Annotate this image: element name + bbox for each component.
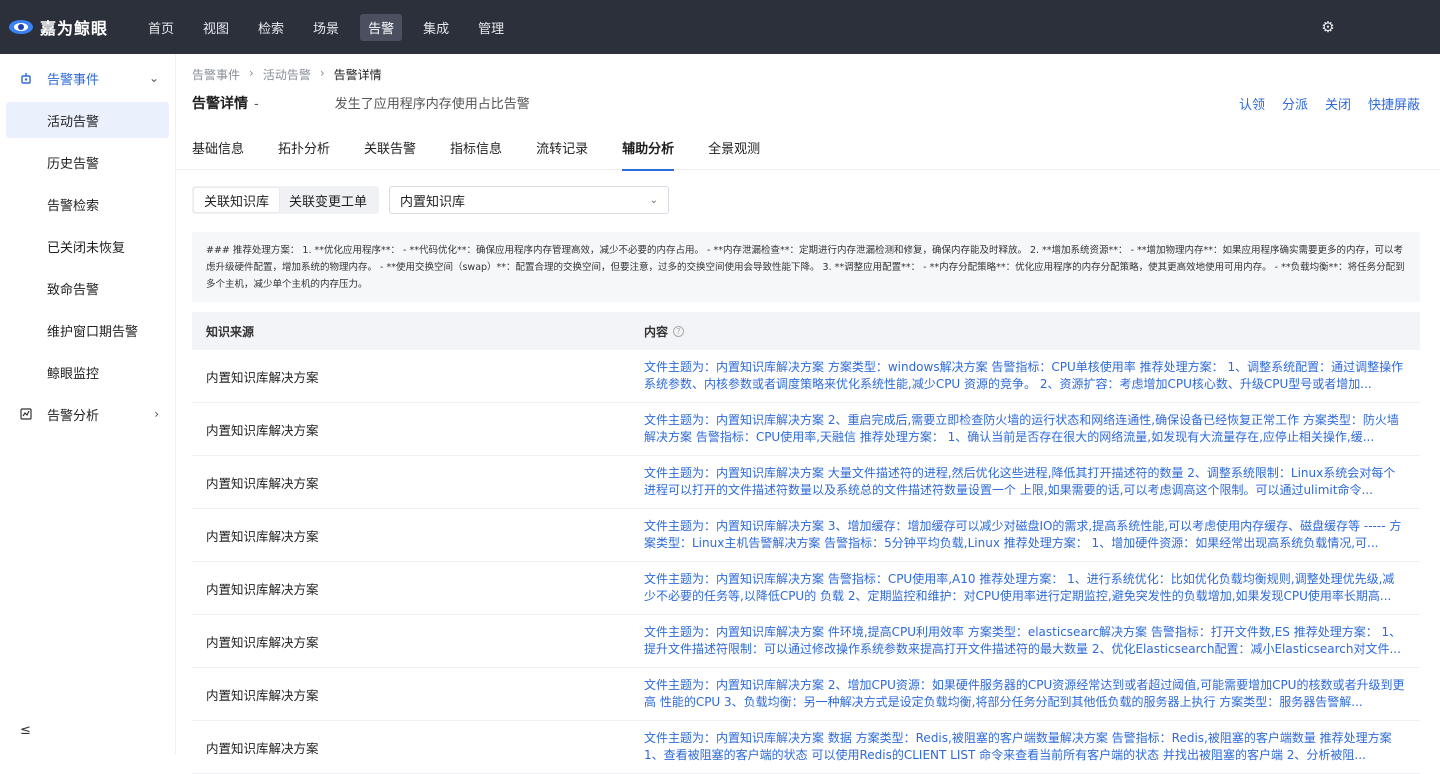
table-row: 内置知识库解决方案 文件主题为：内置知识库解决方案 方案类型：windows解决… [192, 350, 1420, 403]
row-content-link[interactable]: 文件主题为：内置知识库解决方案 方案类型：windows解决方案 告警指标：CP… [630, 359, 1405, 394]
segment-change-orders[interactable]: 关联变更工单 [279, 188, 377, 212]
tab-assist-analysis[interactable]: 辅助分析 [622, 124, 675, 171]
knowledge-base-select[interactable]: 内置知识库 ⌄ [389, 186, 670, 214]
close-button[interactable]: 关闭 [1325, 94, 1351, 113]
nav-item-scene[interactable]: 场景 [305, 14, 347, 41]
table-header: 知识来源 内容 ? [192, 312, 1420, 350]
breadcrumb: 告警事件 › 活动告警 › 告警详情 [192, 66, 382, 83]
nav-item-integration[interactable]: 集成 [415, 14, 457, 41]
table-row: 内置知识库解决方案 文件主题为：内置知识库解决方案 3、增加缓存：增加缓存可以减… [192, 509, 1420, 562]
alarm-bell-icon [20, 72, 32, 84]
sidebar-group-alert-analysis[interactable]: 告警分析 › [0, 393, 175, 435]
header-actions: 认领 分派 关闭 快捷屏蔽 [1222, 94, 1420, 113]
sidebar-group-label: 告警事件 [47, 72, 100, 88]
top-navbar: 嘉为鲸眼 首页 视图 检索 场景 告警 集成 管理 ⚙ [0, 0, 1440, 54]
quick-mute-button[interactable]: 快捷屏蔽 [1368, 94, 1420, 113]
row-content-link[interactable]: 文件主题为：内置知识库解决方案 数据 方案类型：Redis,被阻塞的客户端数量解… [630, 730, 1405, 765]
tab-related-alerts[interactable]: 关联告警 [364, 124, 416, 170]
alert-description: 发生了应用程序内存使用占比告警 [334, 97, 530, 112]
assign-button[interactable]: 分派 [1282, 94, 1308, 113]
sidebar-item-active-alerts[interactable]: 活动告警 [6, 102, 169, 138]
row-source: 内置知识库解决方案 [206, 687, 319, 703]
select-value: 内置知识库 [400, 194, 466, 210]
nav-item-search[interactable]: 检索 [250, 14, 292, 41]
row-content-link[interactable]: 文件主题为：内置知识库解决方案 3、增加缓存：增加缓存可以减少对磁盘IO的需求,… [630, 518, 1405, 553]
row-source: 内置知识库解决方案 [206, 475, 319, 491]
sidebar-item-closed-unrecovered[interactable]: 已关闭未恢复 [0, 225, 175, 267]
table-row: 内置知识库解决方案 文件主题为：内置知识库解决方案 大量文件描述符的进程,然后优… [192, 456, 1420, 509]
row-source: 内置知识库解决方案 [206, 581, 319, 597]
nav-item-admin[interactable]: 管理 [470, 14, 512, 41]
row-source: 内置知识库解决方案 [206, 528, 319, 544]
logo-text: 嘉为鲸眼 [40, 19, 109, 38]
main-content: 告警事件 › 活动告警 › 告警详情 告警详情 - 发生了应用程序内存使用占比告… [176, 54, 1440, 774]
segment-knowledge-base[interactable]: 关联知识库 [194, 188, 280, 212]
breadcrumb-separator-icon: › [319, 66, 325, 80]
tab-flow-records[interactable]: 流转记录 [536, 124, 588, 170]
help-icon[interactable]: ? [673, 325, 685, 337]
breadcrumb-separator-icon: › [249, 66, 254, 80]
tab-basic-info[interactable]: 基础信息 [192, 124, 244, 170]
table-row: 内置知识库解决方案 文件主题为：内置知识库解决方案 2、重启完成后,需要立即检查… [192, 403, 1420, 456]
source-segmented-control: 关联知识库 关联变更工单 [192, 186, 380, 214]
sidebar-group-label: 告警分析 [47, 408, 100, 424]
tab-metrics[interactable]: 指标信息 [450, 124, 502, 170]
breadcrumb-alert-events[interactable]: 告警事件 [192, 66, 240, 83]
sidebar-group-alert-events[interactable]: 告警事件 ⌄ [0, 57, 175, 99]
whale-eye-logo-icon [8, 18, 34, 36]
chart-icon [20, 408, 32, 420]
page-header: 告警详情 - 发生了应用程序内存使用占比告警 [192, 93, 530, 113]
sidebar-item-jingyan-monitor[interactable]: 鲸眼监控 [0, 351, 175, 393]
recommendation-panel: ### 推荐处理方案： 1. **优化应用程序**： - **代码优化**：确保… [192, 232, 1420, 302]
row-content-link[interactable]: 文件主题为：内置知识库解决方案 2、增加CPU资源：如果硬件服务器的CPU资源经… [630, 677, 1405, 712]
nav-item-view[interactable]: 视图 [195, 14, 237, 41]
knowledge-table: 知识来源 内容 ? 内置知识库解决方案 文件主题为：内置知识库解决方案 方案类型… [192, 312, 1420, 774]
sidebar-item-maintenance-alerts[interactable]: 维护窗口期告警 [0, 309, 175, 351]
sidebar: 告警事件 ⌄ 活动告警 历史告警 告警检索 已关闭未恢复 致命告警 维护窗口期告… [0, 54, 176, 754]
chevron-down-icon: ⌄ [649, 194, 659, 206]
row-source: 内置知识库解决方案 [206, 369, 319, 385]
breadcrumb-current: 告警详情 [333, 68, 382, 82]
row-content-link[interactable]: 文件主题为：内置知识库解决方案 2、重启完成后,需要立即检查防火墙的运行状态和网… [630, 412, 1405, 447]
table-row: 内置知识库解决方案 文件主题为：内置知识库解决方案 件环境,提高CPU利用效率 … [192, 615, 1420, 668]
chevron-right-icon: › [154, 407, 159, 421]
row-source: 内置知识库解决方案 [206, 634, 319, 650]
table-row: 内置知识库解决方案 文件主题为：内置知识库解决方案 数据 方案类型：Redis,… [192, 721, 1420, 774]
table-row: 内置知识库解决方案 文件主题为：内置知识库解决方案 2、增加CPU资源：如果硬件… [192, 668, 1420, 721]
app-logo[interactable]: 嘉为鲸眼 [8, 15, 138, 39]
column-header-content-label: 内容 [644, 324, 669, 339]
detail-tabs: 基础信息 拓扑分析 关联告警 指标信息 流转记录 辅助分析 全景观测 [176, 124, 1440, 171]
title-dash: - [254, 97, 259, 112]
nav-item-alert[interactable]: 告警 [360, 13, 403, 41]
main-nav: 首页 视图 检索 场景 告警 集成 管理 [140, 13, 525, 41]
row-content-link[interactable]: 文件主题为：内置知识库解决方案 告警指标：CPU使用率,A10 推荐处理方案： … [630, 571, 1405, 606]
gear-icon[interactable]: ⚙ [1320, 19, 1336, 35]
tab-topology[interactable]: 拓扑分析 [278, 124, 330, 170]
claim-button[interactable]: 认领 [1239, 94, 1265, 113]
tab-panorama[interactable]: 全景观测 [708, 124, 760, 170]
nav-item-home[interactable]: 首页 [140, 14, 182, 41]
row-content-link[interactable]: 文件主题为：内置知识库解决方案 大量文件描述符的进程,然后优化这些进程,降低其打… [630, 465, 1405, 500]
table-row: 内置知识库解决方案 文件主题为：内置知识库解决方案 告警指标：CPU使用率,A1… [192, 562, 1420, 615]
row-source: 内置知识库解决方案 [206, 422, 319, 438]
breadcrumb-active-alerts[interactable]: 活动告警 [263, 66, 311, 83]
column-header-content: 内容 ? [630, 323, 685, 340]
filter-row: 关联知识库 关联变更工单 内置知识库 ⌄ [192, 186, 670, 214]
sidebar-item-history-alerts[interactable]: 历史告警 [0, 141, 175, 183]
sidebar-item-alert-search[interactable]: 告警检索 [0, 183, 175, 225]
column-header-source: 知识来源 [206, 324, 255, 339]
sidebar-item-fatal-alerts[interactable]: 致命告警 [0, 267, 175, 309]
collapse-sidebar-icon[interactable]: ≤ [20, 723, 31, 738]
row-content-link[interactable]: 文件主题为：内置知识库解决方案 件环境,提高CPU利用效率 方案类型：elast… [630, 624, 1405, 659]
page-title: 告警详情 [192, 96, 248, 112]
chevron-down-icon: ⌄ [148, 71, 159, 85]
